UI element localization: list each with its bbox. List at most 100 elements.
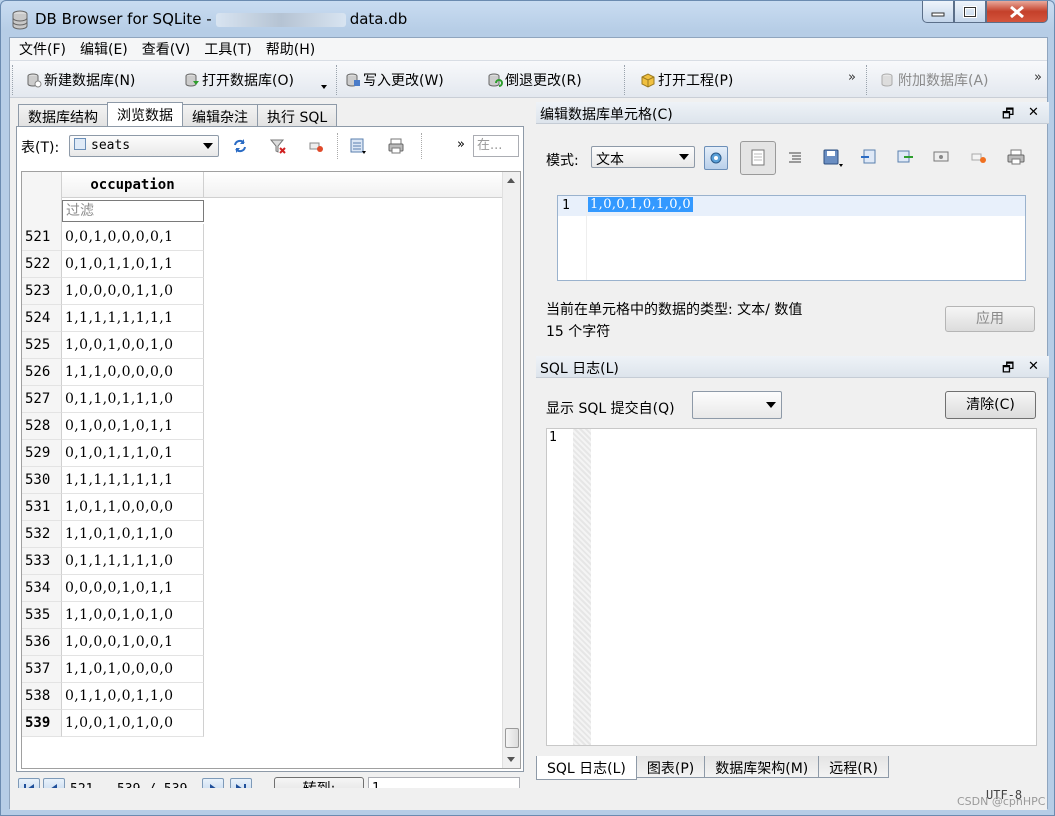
clear-log-button[interactable]: 清除(C) bbox=[945, 391, 1036, 419]
table-row[interactable]: 537 1,1,0,1,0,0,0,0 bbox=[22, 656, 502, 683]
menu-help[interactable]: 帮助(H) bbox=[261, 39, 320, 59]
table-row[interactable]: 536 1,0,0,0,1,0,0,1 bbox=[22, 629, 502, 656]
float-dock-icon[interactable]: 🗗 bbox=[1002, 105, 1014, 127]
new-database-button[interactable]: 新建数据库(N) bbox=[26, 70, 135, 90]
table-row[interactable]: 527 0,1,1,0,1,1,1,0 bbox=[22, 386, 502, 413]
occupation-cell[interactable]: 1,0,0,0,1,0,0,1 bbox=[62, 629, 204, 656]
indent-icon[interactable] bbox=[786, 149, 804, 167]
revert-changes-button[interactable]: 倒退更改(R) bbox=[487, 70, 582, 90]
filter-overflow-chevron[interactable]: » bbox=[457, 137, 465, 152]
occupation-cell[interactable]: 0,1,1,1,1,1,1,0 bbox=[62, 548, 204, 575]
row-number[interactable]: 535 bbox=[22, 602, 62, 629]
row-number[interactable]: 531 bbox=[22, 494, 62, 521]
table-row[interactable]: 532 1,1,0,1,0,1,1,0 bbox=[22, 521, 502, 548]
write-changes-button[interactable]: 写入更改(W) bbox=[345, 70, 444, 90]
mode-select[interactable]: 文本 bbox=[591, 146, 695, 168]
row-number[interactable]: 530 bbox=[22, 467, 62, 494]
import-icon[interactable] bbox=[860, 148, 878, 166]
row-number[interactable]: 528 bbox=[22, 413, 62, 440]
word-wrap-toggle[interactable] bbox=[740, 141, 776, 175]
occupation-cell[interactable]: 1,1,0,1,0,0,0,0 bbox=[62, 656, 204, 683]
attach-database-button[interactable]: 附加数据库(A) bbox=[880, 70, 989, 90]
row-number[interactable]: 537 bbox=[22, 656, 62, 683]
table-row[interactable]: 521 0,0,1,0,0,0,0,1 bbox=[22, 224, 502, 251]
occupation-cell[interactable]: 1,1,1,0,0,0,0,0 bbox=[62, 359, 204, 386]
clear-filters-icon[interactable] bbox=[269, 137, 287, 155]
row-number[interactable]: 522 bbox=[22, 251, 62, 278]
toolbar-overflow-chevron[interactable]: » bbox=[848, 70, 856, 85]
table-row[interactable]: 535 1,1,0,0,1,0,1,0 bbox=[22, 602, 502, 629]
tab-sql-log[interactable]: SQL 日志(L) bbox=[536, 756, 637, 780]
column-filter-input[interactable]: 过滤 bbox=[62, 200, 204, 222]
tab-browse-data[interactable]: 浏览数据 bbox=[107, 102, 183, 126]
table-select[interactable]: seats bbox=[69, 135, 219, 157]
menu-edit[interactable]: 编辑(E) bbox=[75, 39, 133, 59]
toolbar-overflow-chevron-2[interactable]: » bbox=[1034, 70, 1042, 85]
close-dock-icon[interactable]: ✕ bbox=[1028, 105, 1039, 120]
global-filter-input[interactable]: 在... bbox=[473, 135, 519, 157]
occupation-cell[interactable]: 1,1,1,1,1,1,1,1 bbox=[62, 467, 204, 494]
table-row[interactable]: 526 1,1,1,0,0,0,0,0 bbox=[22, 359, 502, 386]
menu-file[interactable]: 文件(F) bbox=[14, 39, 71, 59]
table-row[interactable]: 533 0,1,1,1,1,1,1,0 bbox=[22, 548, 502, 575]
set-null-icon[interactable] bbox=[932, 148, 950, 166]
menu-view[interactable]: 查看(V) bbox=[137, 39, 196, 59]
sql-log-view[interactable]: 1 bbox=[546, 428, 1037, 746]
table-row[interactable]: 539 1,0,0,1,0,1,0,0 bbox=[22, 710, 502, 737]
export-icon[interactable] bbox=[896, 148, 914, 166]
table-row[interactable]: 523 1,0,0,0,0,1,1,0 bbox=[22, 278, 502, 305]
tab-execute-sql[interactable]: 执行 SQL bbox=[257, 104, 338, 126]
occupation-cell[interactable]: 1,1,0,0,1,0,1,0 bbox=[62, 602, 204, 629]
minimize-button[interactable] bbox=[922, 1, 954, 23]
menu-tools[interactable]: 工具(T) bbox=[199, 39, 256, 59]
scroll-up-arrow[interactable] bbox=[507, 178, 515, 183]
row-number[interactable]: 533 bbox=[22, 548, 62, 575]
occupation-cell[interactable]: 0,1,1,0,1,1,1,0 bbox=[62, 386, 204, 413]
row-number[interactable]: 526 bbox=[22, 359, 62, 386]
table-row[interactable]: 534 0,0,0,0,1,0,1,1 bbox=[22, 575, 502, 602]
table-row[interactable]: 524 1,1,1,1,1,1,1,1 bbox=[22, 305, 502, 332]
table-row[interactable]: 531 1,0,1,1,0,0,0,0 bbox=[22, 494, 502, 521]
occupation-cell[interactable]: 1,1,1,1,1,1,1,1 bbox=[62, 305, 204, 332]
tab-db-schema[interactable]: 数据库架构(M) bbox=[704, 756, 820, 778]
open-database-button[interactable]: 打开数据库(O) bbox=[184, 70, 294, 90]
print-icon[interactable] bbox=[387, 137, 405, 155]
tab-remote[interactable]: 远程(R) bbox=[818, 756, 889, 778]
maximize-button[interactable] bbox=[954, 1, 986, 23]
occupation-cell[interactable]: 1,0,0,0,0,1,1,0 bbox=[62, 278, 204, 305]
row-number[interactable]: 532 bbox=[22, 521, 62, 548]
tab-plot[interactable]: 图表(P) bbox=[635, 756, 706, 778]
row-number[interactable]: 524 bbox=[22, 305, 62, 332]
open-database-dropdown-arrow[interactable] bbox=[321, 85, 327, 89]
save-export-icon[interactable] bbox=[822, 147, 844, 169]
occupation-cell[interactable]: 0,0,0,0,1,0,1,1 bbox=[62, 575, 204, 602]
occupation-cell[interactable]: 1,0,1,1,0,0,0,0 bbox=[62, 494, 204, 521]
row-number[interactable]: 527 bbox=[22, 386, 62, 413]
row-number[interactable]: 539 bbox=[22, 710, 62, 737]
close-dock-icon[interactable]: ✕ bbox=[1028, 359, 1039, 374]
row-number[interactable]: 523 bbox=[22, 278, 62, 305]
occupation-cell[interactable]: 1,1,0,1,0,1,1,0 bbox=[62, 521, 204, 548]
occupation-cell[interactable]: 1,0,0,1,0,1,0,0 bbox=[62, 710, 204, 737]
row-number[interactable]: 536 bbox=[22, 629, 62, 656]
vertical-scrollbar[interactable] bbox=[502, 172, 520, 768]
open-project-button[interactable]: 打开工程(P) bbox=[640, 70, 733, 90]
tab-database-structure[interactable]: 数据库结构 bbox=[18, 104, 108, 126]
table-row[interactable]: 525 1,0,0,1,0,0,1,0 bbox=[22, 332, 502, 359]
row-number[interactable]: 521 bbox=[22, 224, 62, 251]
occupation-cell[interactable]: 0,1,0,1,1,0,1,1 bbox=[62, 251, 204, 278]
clear-cell-icon[interactable] bbox=[970, 148, 988, 166]
column-header-occupation[interactable]: occupation bbox=[62, 172, 204, 198]
occupation-cell[interactable]: 0,1,1,0,0,1,1,0 bbox=[62, 683, 204, 710]
table-row[interactable]: 528 0,1,0,0,1,0,1,1 bbox=[22, 413, 502, 440]
scrollbar-thumb[interactable] bbox=[505, 728, 519, 748]
apply-button[interactable]: 应用 bbox=[945, 306, 1035, 332]
row-number[interactable]: 534 bbox=[22, 575, 62, 602]
cell-text-editor[interactable]: 1 1,0,0,1,0,1,0,0 bbox=[557, 195, 1026, 281]
row-number[interactable]: 525 bbox=[22, 332, 62, 359]
table-row[interactable]: 522 0,1,0,1,1,0,1,1 bbox=[22, 251, 502, 278]
submitted-by-select[interactable] bbox=[692, 391, 782, 419]
table-row[interactable]: 529 0,1,0,1,1,1,0,1 bbox=[22, 440, 502, 467]
occupation-cell[interactable]: 0,1,0,0,1,0,1,1 bbox=[62, 413, 204, 440]
scroll-down-arrow[interactable] bbox=[507, 757, 515, 762]
